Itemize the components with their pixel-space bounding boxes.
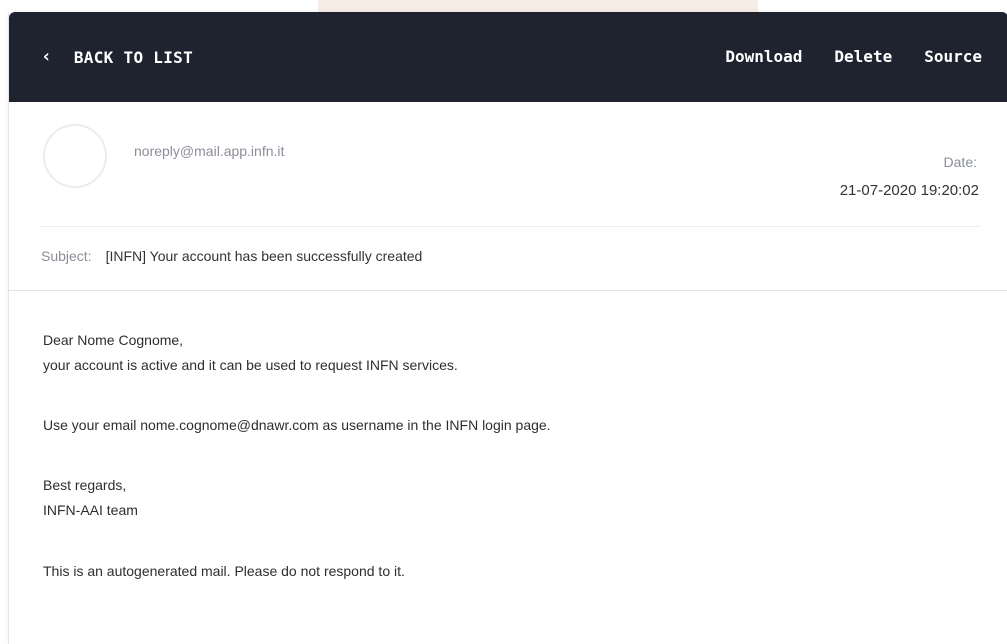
body-team: INFN-AAI team: [43, 502, 138, 518]
body-footer: This is an autogenerated mail. Please do…: [43, 563, 405, 579]
chevron-left-icon: ‹: [41, 46, 52, 67]
delete-button[interactable]: Delete: [834, 45, 892, 69]
sender-address: noreply@mail.app.infn.it: [134, 143, 285, 159]
download-button[interactable]: Download: [725, 45, 802, 69]
sender-avatar: [43, 124, 107, 188]
back-to-list-label: BACK TO LIST: [73, 47, 194, 67]
subject-row: Subject: [INFN] Your account has been su…: [41, 248, 422, 264]
body-regards: Best regards,: [43, 477, 127, 493]
date-label: Date:: [943, 154, 977, 170]
email-toolbar: ‹ BACK TO LIST Download Delete Source: [9, 12, 1007, 102]
subject-label: Subject:: [41, 248, 92, 264]
source-button[interactable]: Source: [924, 45, 982, 69]
email-viewer: ‹ BACK TO LIST Download Delete Source no…: [8, 12, 1007, 644]
back-to-list-button[interactable]: ‹ BACK TO LIST: [41, 45, 193, 69]
body-greeting: Dear Nome Cognome,: [43, 332, 184, 348]
date-value: 21-07-2020 19:20:02: [839, 182, 979, 199]
subject-divider: [9, 290, 1007, 291]
body-line-1: your account is active and it can be use…: [43, 357, 458, 373]
subject-value: [INFN] Your account has been successfull…: [105, 248, 423, 264]
header-divider: [39, 226, 981, 227]
body-line-2: Use your email nome.cognome@dnawr.com as…: [43, 417, 551, 433]
toolbar-actions: Download Delete Source: [725, 45, 982, 69]
